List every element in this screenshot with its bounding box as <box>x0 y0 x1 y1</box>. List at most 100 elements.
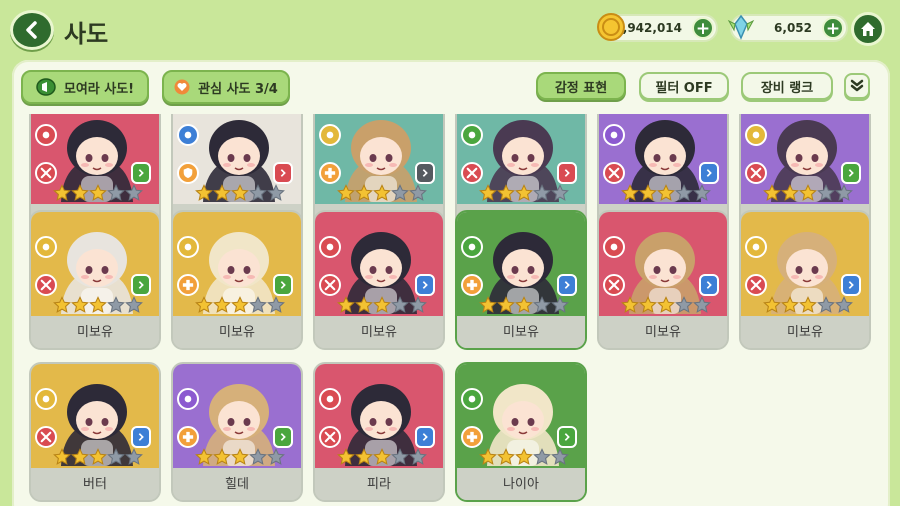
expand-button[interactable] <box>844 73 870 99</box>
character-card[interactable]: 나이아 <box>455 362 587 502</box>
element-badge-icon <box>319 236 341 258</box>
star-filled-icon <box>639 184 657 202</box>
star-filled-icon <box>515 448 533 466</box>
star-empty-icon <box>675 184 693 202</box>
star-empty-icon <box>267 296 285 314</box>
class-badge-icon <box>177 162 199 184</box>
double-chevron-down-icon <box>850 79 864 93</box>
star-filled-icon <box>71 448 89 466</box>
star-empty-icon <box>675 296 693 314</box>
star-empty-icon <box>817 296 835 314</box>
role-badge-icon <box>415 426 435 448</box>
star-filled-icon <box>213 184 231 202</box>
star-filled-icon <box>479 184 497 202</box>
gold-coin-icon <box>594 10 628 44</box>
megaphone-icon <box>36 78 56 96</box>
star-empty-icon <box>391 448 409 466</box>
role-badge-icon <box>557 162 577 184</box>
element-badge-icon <box>745 236 767 258</box>
star-rating <box>337 184 427 202</box>
class-badge-icon <box>35 162 57 184</box>
star-filled-icon <box>497 296 515 314</box>
class-badge-icon <box>745 274 767 296</box>
star-filled-icon <box>195 296 213 314</box>
star-filled-icon <box>763 296 781 314</box>
character-name: 미보유 <box>31 316 159 350</box>
star-filled-icon <box>515 184 533 202</box>
gem-amount: 6,052 <box>774 21 812 35</box>
back-button[interactable] <box>10 10 54 50</box>
star-empty-icon <box>249 184 267 202</box>
gear-rank-button[interactable]: 장비 랭크 <box>741 72 833 100</box>
element-badge-icon <box>177 236 199 258</box>
gather-button[interactable]: 모여라 사도! <box>21 70 149 104</box>
star-filled-icon <box>621 184 639 202</box>
star-empty-icon <box>249 296 267 314</box>
class-badge-icon <box>319 274 341 296</box>
character-card[interactable]: 미보유 <box>597 210 729 350</box>
star-filled-icon <box>657 184 675 202</box>
character-name: 나이아 <box>457 468 585 502</box>
star-filled-icon <box>497 184 515 202</box>
page-title: 사도 <box>64 14 108 49</box>
character-card[interactable]: 미보유 <box>455 210 587 350</box>
character-name: 피라 <box>315 468 443 502</box>
star-empty-icon <box>409 184 427 202</box>
star-rating <box>479 296 569 314</box>
star-filled-icon <box>355 448 373 466</box>
class-badge-icon <box>461 162 483 184</box>
gem-add-button[interactable]: + <box>822 17 844 39</box>
element-badge-icon <box>461 388 483 410</box>
star-filled-icon <box>231 448 249 466</box>
star-empty-icon <box>693 184 711 202</box>
element-badge-icon <box>35 236 57 258</box>
star-filled-icon <box>497 448 515 466</box>
star-rating <box>53 296 143 314</box>
star-filled-icon <box>639 296 657 314</box>
star-empty-icon <box>107 448 125 466</box>
role-badge-icon <box>699 162 719 184</box>
role-badge-icon <box>557 274 577 296</box>
character-name: 미보유 <box>741 316 869 350</box>
character-card[interactable]: 버터 <box>29 362 161 502</box>
class-badge-icon <box>319 162 341 184</box>
star-filled-icon <box>213 448 231 466</box>
star-rating <box>479 184 569 202</box>
role-badge-icon <box>131 274 151 296</box>
star-empty-icon <box>391 296 409 314</box>
element-badge-icon <box>603 236 625 258</box>
star-filled-icon <box>781 296 799 314</box>
star-filled-icon <box>337 184 355 202</box>
element-badge-icon <box>461 124 483 146</box>
star-empty-icon <box>835 296 853 314</box>
star-filled-icon <box>89 448 107 466</box>
character-card[interactable]: 미보유 <box>313 210 445 350</box>
character-card[interactable]: 힐데 <box>171 362 303 502</box>
gold-add-button[interactable]: + <box>692 17 714 39</box>
character-card[interactable]: 피라 <box>313 362 445 502</box>
character-name: 미보유 <box>173 316 301 350</box>
star-filled-icon <box>799 296 817 314</box>
emote-button[interactable]: 감정 표현 <box>536 72 626 100</box>
star-rating <box>763 184 853 202</box>
star-filled-icon <box>657 296 675 314</box>
star-empty-icon <box>693 296 711 314</box>
character-card[interactable]: 미보유 <box>29 210 161 350</box>
home-button[interactable] <box>851 12 885 46</box>
character-card[interactable]: 미보유 <box>171 210 303 350</box>
star-empty-icon <box>817 184 835 202</box>
star-empty-icon <box>409 296 427 314</box>
star-filled-icon <box>231 184 249 202</box>
star-filled-icon <box>621 296 639 314</box>
class-badge-icon <box>35 274 57 296</box>
favorites-button[interactable]: 관심 사도 3/4 <box>162 70 290 104</box>
role-badge-icon <box>841 162 861 184</box>
filter-button[interactable]: 필터 OFF <box>639 72 729 100</box>
heart-icon <box>174 79 190 95</box>
element-badge-icon <box>319 124 341 146</box>
star-filled-icon <box>89 184 107 202</box>
star-filled-icon <box>479 448 497 466</box>
role-badge-icon <box>415 162 435 184</box>
star-empty-icon <box>107 184 125 202</box>
character-card[interactable]: 미보유 <box>739 210 871 350</box>
